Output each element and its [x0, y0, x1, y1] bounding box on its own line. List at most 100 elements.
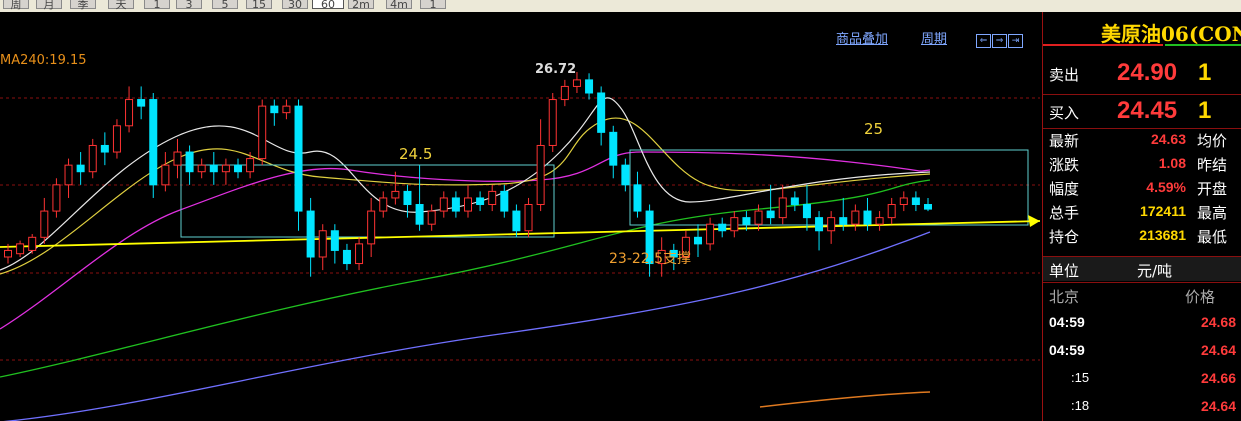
stat-label-4: 持仓	[1049, 228, 1080, 246]
candle-body	[621, 164, 630, 186]
tick-time: 04:59	[1049, 342, 1085, 358]
candle-body	[306, 210, 315, 258]
ma-magenta-line	[0, 151, 931, 330]
candle-body	[609, 131, 618, 166]
sell-qty: 1	[1198, 59, 1212, 86]
candle-body	[899, 197, 908, 206]
zoom-out-icon[interactable]: ⇐	[976, 34, 991, 48]
period-link[interactable]: 周期	[921, 28, 947, 47]
buy-strength-bar	[1165, 44, 1241, 46]
tick-time: :15	[1071, 370, 1090, 385]
tick-price: 24.66	[1200, 370, 1236, 386]
candle-body	[88, 144, 97, 173]
candle-body	[282, 105, 291, 114]
divider	[1043, 282, 1241, 283]
candle-body	[28, 236, 37, 251]
support-arrow	[1028, 215, 1040, 227]
candle-body	[391, 190, 400, 199]
sell-label: 卖出	[1049, 66, 1080, 84]
buy-qty: 1	[1198, 97, 1212, 124]
candle-body	[52, 184, 61, 212]
period-button-4[interactable]: 1	[144, 0, 170, 11]
candle-body	[827, 217, 836, 232]
candle-body	[161, 164, 170, 186]
candle-body	[209, 164, 218, 173]
candle-body	[560, 85, 569, 101]
tick-price: 24.68	[1200, 314, 1236, 330]
ma240-label: MA240:19.15	[0, 53, 87, 68]
candle-body	[4, 249, 12, 258]
candle-body	[342, 249, 351, 265]
period-button-7[interactable]: 15	[246, 0, 272, 11]
candle-body	[778, 197, 787, 219]
candle-body	[524, 204, 533, 232]
candle-body	[863, 210, 872, 225]
candle-body	[585, 79, 594, 94]
period-button-9[interactable]: 60	[312, 0, 344, 11]
tick-time: :18	[1071, 398, 1090, 413]
candle-body	[125, 99, 134, 127]
period-button-2[interactable]: 季	[70, 0, 96, 11]
candle-body	[548, 99, 557, 146]
candle-body	[633, 184, 642, 212]
zoom-in-icon[interactable]: ⇒	[992, 34, 1007, 48]
candle-body	[924, 204, 932, 210]
period-button-0[interactable]: 周	[3, 0, 29, 11]
candle-body	[476, 197, 485, 206]
candle-body	[790, 197, 799, 206]
stat-label-0: 最新	[1049, 132, 1080, 150]
candle-body	[694, 236, 702, 245]
candle-body	[536, 144, 545, 206]
period-button-12[interactable]: 1	[420, 0, 446, 11]
candle-body	[367, 210, 376, 245]
scroll-right-icon[interactable]: ⇥	[1008, 34, 1023, 48]
tick-price: 24.64	[1200, 342, 1236, 358]
candle-body	[839, 217, 848, 225]
ma240-line	[759, 391, 931, 408]
candle-body	[246, 158, 255, 173]
candle-body	[706, 223, 715, 245]
candle-body	[330, 230, 339, 251]
range1-annotation: 24.5	[399, 145, 433, 163]
candle-body	[875, 217, 884, 225]
candle-body	[887, 204, 896, 219]
range2-annotation: 25	[864, 120, 884, 138]
candle-body	[76, 164, 85, 173]
stat-right-label-4: 最低	[1197, 228, 1228, 246]
period-button-10[interactable]: 2m	[348, 0, 374, 11]
candle-body	[427, 210, 436, 225]
candlestick-chart[interactable]: 商品叠加 周期 ⇐ ⇒ ⇥ MA240:19.15 26.72 24.5 25 23…	[0, 12, 1040, 421]
candle-body	[403, 190, 412, 206]
stat-right-label-1: 昨结	[1197, 156, 1228, 174]
stat-right-label-0: 均价	[1197, 132, 1228, 150]
candle-body	[488, 190, 497, 206]
period-button-8[interactable]: 30	[282, 0, 308, 11]
period-button-5[interactable]: 3	[176, 0, 202, 11]
candle-body	[500, 190, 509, 212]
period-button-1[interactable]: 月	[36, 0, 62, 11]
ticks-header: 北京 价格	[1043, 286, 1241, 308]
candle-body	[512, 210, 521, 232]
candle-body	[185, 151, 194, 173]
candle-body	[258, 105, 267, 160]
period-button-3[interactable]: 天	[108, 0, 134, 11]
unit-value: 元/吨	[1137, 262, 1173, 280]
candle-body	[802, 204, 811, 219]
candle-body	[730, 217, 739, 232]
candle-body	[572, 79, 581, 87]
candle-body	[100, 144, 109, 153]
candle-body	[766, 210, 775, 219]
stat-label-1: 涨跌	[1049, 156, 1080, 174]
period-button-11[interactable]: 4m	[386, 0, 412, 11]
overlay-link[interactable]: 商品叠加	[836, 28, 888, 47]
chart-canvas[interactable]	[0, 12, 1040, 421]
candle-body	[815, 217, 824, 232]
candle-body	[137, 99, 146, 107]
stat-label-2: 幅度	[1049, 180, 1080, 198]
contract-name: 美原油06(CONC)	[1101, 22, 1241, 46]
sell-price: 24.90	[1117, 59, 1178, 86]
peak-annotation: 26.72	[535, 62, 577, 77]
sell-row: 卖出 24.90 1	[1043, 56, 1241, 94]
period-button-6[interactable]: 5	[212, 0, 238, 11]
stat-label-3: 总手	[1049, 204, 1080, 222]
